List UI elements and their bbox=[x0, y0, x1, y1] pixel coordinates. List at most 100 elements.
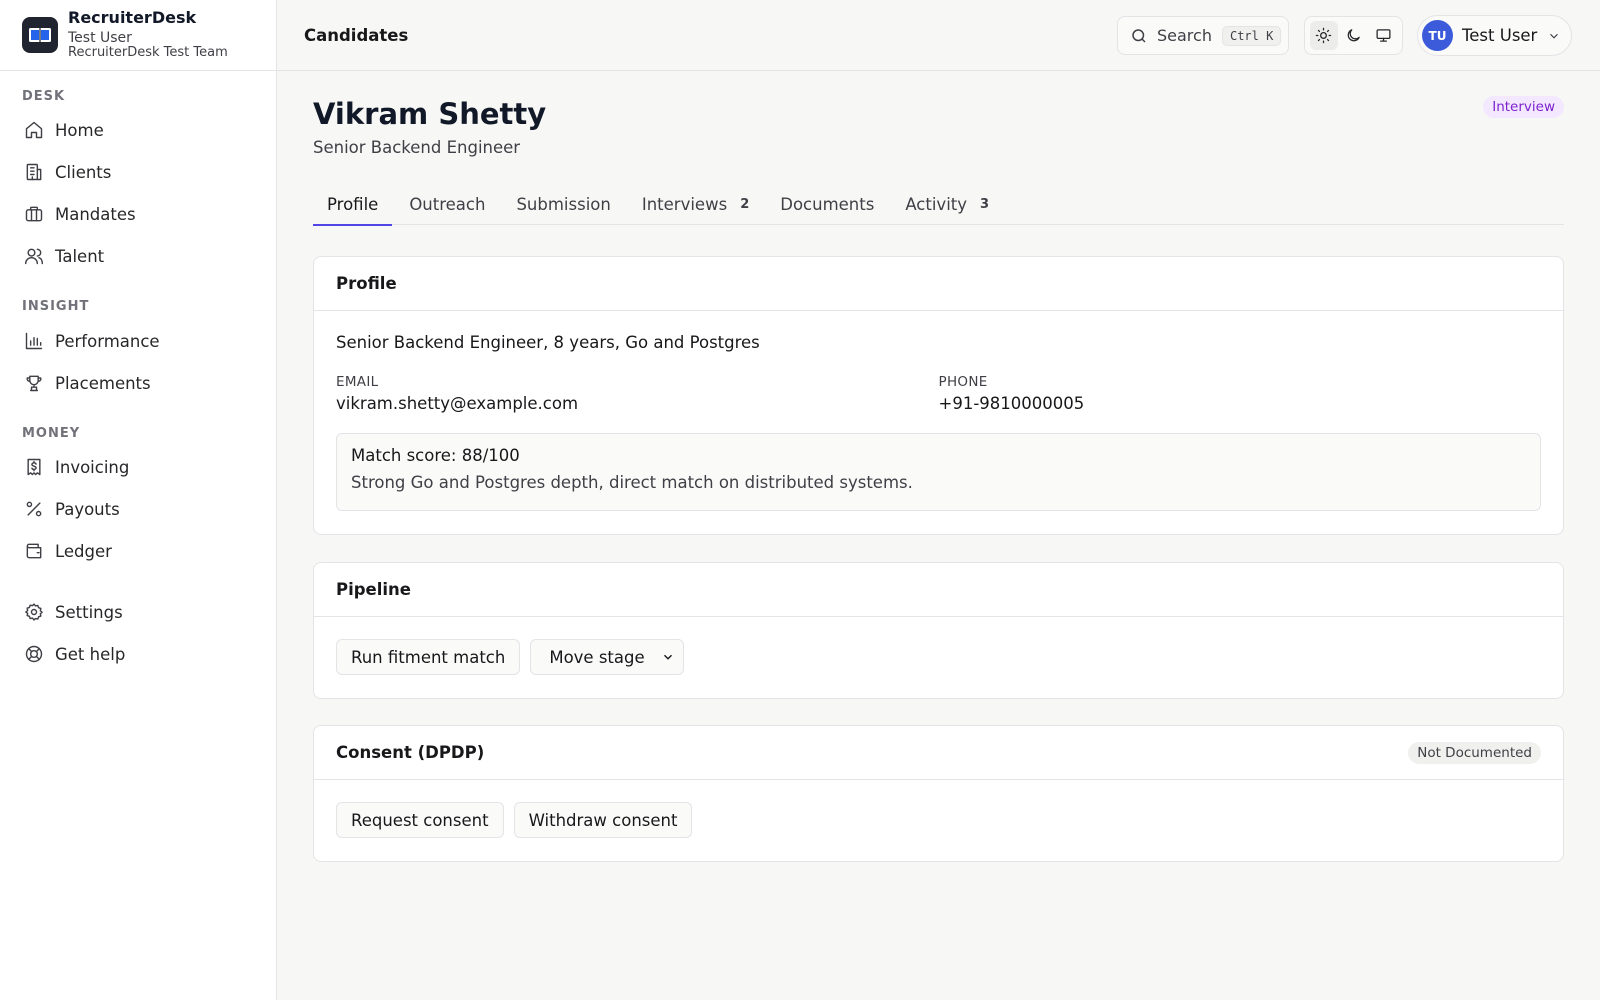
sidebar-item-label: Placements bbox=[55, 373, 151, 393]
candidate-tabs: Profile Outreach Submission Interviews 2… bbox=[313, 183, 1564, 226]
sidebar-item-mandates[interactable]: Mandates bbox=[0, 193, 276, 235]
tab-label: Profile bbox=[327, 194, 379, 214]
search-shortcut: Ctrl K bbox=[1221, 25, 1282, 46]
theme-switcher bbox=[1304, 16, 1403, 55]
sun-icon bbox=[1316, 27, 1332, 44]
sidebar-item-label: Talent bbox=[55, 246, 105, 266]
sidebar-item-label: Ledger bbox=[55, 541, 112, 561]
user-menu-button[interactable]: TU Test User bbox=[1417, 15, 1572, 56]
consent-card-title: Consent (DPDP) bbox=[336, 743, 485, 762]
candidate-title: Senior Backend Engineer bbox=[313, 138, 521, 157]
profile-card: Profile Senior Backend Engineer, 8 years… bbox=[313, 256, 1564, 535]
nav-section-insight: INSIGHT bbox=[22, 299, 90, 314]
tab-outreach[interactable]: Outreach bbox=[395, 183, 499, 225]
email-field: EMAIL vikram.shetty@example.com bbox=[336, 374, 939, 413]
email-label: EMAIL bbox=[336, 374, 379, 390]
brand-user: Test User bbox=[68, 29, 132, 46]
sidebar-item-performance[interactable]: Performance bbox=[0, 320, 276, 362]
theme-system-button[interactable] bbox=[1369, 21, 1397, 50]
tab-label: Interviews bbox=[641, 194, 728, 214]
avatar: TU bbox=[1422, 20, 1453, 51]
consent-status-badge: Not Documented bbox=[1408, 741, 1541, 764]
tab-label: Documents bbox=[780, 194, 875, 214]
monitor-icon bbox=[1376, 29, 1391, 42]
phone-field: PHONE +91-9810000005 bbox=[939, 374, 1542, 413]
bar-chart-icon bbox=[25, 332, 43, 350]
theme-dark-button[interactable] bbox=[1339, 21, 1367, 50]
tab-profile[interactable]: Profile bbox=[313, 183, 393, 226]
match-note: Strong Go and Postgres depth, direct mat… bbox=[351, 473, 913, 492]
sidebar-item-label: Payouts bbox=[55, 499, 120, 519]
sidebar-item-ledger[interactable]: Ledger bbox=[0, 530, 276, 572]
sidebar-item-label: Home bbox=[55, 120, 104, 140]
consent-card: Consent (DPDP) Not Documented Request co… bbox=[313, 725, 1564, 862]
move-stage-select[interactable]: Move stage bbox=[530, 639, 684, 675]
nav-section-desk: DESK bbox=[22, 89, 66, 104]
chevron-down-icon bbox=[1550, 33, 1559, 39]
nav-section-money: MONEY bbox=[22, 426, 81, 441]
briefcase-icon bbox=[25, 206, 43, 222]
sidebar-item-home[interactable]: Home bbox=[0, 109, 276, 151]
moon-icon bbox=[1347, 29, 1360, 42]
search-button[interactable]: Search Ctrl K bbox=[1117, 16, 1289, 55]
wallet-icon bbox=[26, 543, 42, 559]
lifebuoy-icon bbox=[25, 645, 43, 663]
sidebar-item-placements[interactable]: Placements bbox=[0, 362, 276, 404]
pipeline-card-title: Pipeline bbox=[336, 580, 411, 599]
email-value: vikram.shetty@example.com bbox=[336, 394, 579, 413]
sidebar-item-clients[interactable]: Clients bbox=[0, 151, 276, 193]
home-icon bbox=[25, 121, 43, 139]
candidate-name: Vikram Shetty bbox=[313, 97, 547, 131]
tab-interviews[interactable]: Interviews 2 bbox=[628, 183, 763, 225]
sidebar-item-label: Get help bbox=[55, 644, 126, 664]
search-icon bbox=[1132, 28, 1146, 43]
receipt-icon bbox=[27, 458, 41, 476]
match-score-box: Match score: 88/100 Strong Go and Postgr… bbox=[336, 433, 1541, 511]
tab-label: Activity bbox=[905, 194, 968, 214]
tab-count-badge: 3 bbox=[980, 196, 990, 212]
tab-activity[interactable]: Activity 3 bbox=[891, 183, 1003, 225]
match-score: Match score: 88/100 bbox=[351, 446, 520, 465]
main-area: Candidates Search Ctrl K TU Test User Vi… bbox=[277, 0, 1600, 1000]
sidebar-item-settings[interactable]: Settings bbox=[0, 591, 276, 633]
sidebar-item-get-help[interactable]: Get help bbox=[0, 633, 276, 675]
sidebar: RecruiterDesk Test User RecruiterDesk Te… bbox=[0, 0, 277, 1000]
sidebar-item-label: Performance bbox=[55, 331, 160, 351]
brand-team: RecruiterDesk Test Team bbox=[68, 44, 228, 60]
trophy-icon bbox=[26, 375, 42, 392]
sidebar-item-talent[interactable]: Talent bbox=[0, 235, 276, 277]
chevron-down-icon bbox=[663, 654, 672, 660]
sidebar-item-payouts[interactable]: Payouts bbox=[0, 488, 276, 530]
profile-summary: Senior Backend Engineer, 8 years, Go and… bbox=[336, 333, 760, 352]
sidebar-item-label: Clients bbox=[55, 162, 112, 182]
pipeline-card: Pipeline Run fitment match Move stage bbox=[313, 562, 1564, 699]
book-logo-icon bbox=[22, 17, 58, 53]
tab-count-badge: 2 bbox=[740, 196, 750, 212]
tab-documents[interactable]: Documents bbox=[766, 183, 888, 225]
withdraw-consent-button[interactable]: Withdraw consent bbox=[513, 802, 693, 838]
topbar: Candidates Search Ctrl K TU Test User bbox=[277, 0, 1600, 71]
profile-card-title: Profile bbox=[336, 274, 397, 293]
move-stage-label: Move stage bbox=[549, 647, 645, 667]
app-shell: RecruiterDesk Test User RecruiterDesk Te… bbox=[0, 0, 1600, 1000]
brand-header: RecruiterDesk Test User RecruiterDesk Te… bbox=[0, 0, 276, 71]
brand-name: RecruiterDesk bbox=[68, 8, 197, 28]
stage-badge: Interview bbox=[1483, 96, 1564, 118]
users-icon bbox=[24, 248, 44, 265]
tab-submission[interactable]: Submission bbox=[502, 183, 624, 225]
gear-icon bbox=[25, 603, 43, 621]
percent-icon bbox=[26, 501, 42, 517]
user-name: Test User bbox=[1462, 26, 1538, 45]
sidebar-item-label: Mandates bbox=[55, 204, 136, 224]
search-label: Search bbox=[1157, 26, 1212, 45]
sidebar-item-invoicing[interactable]: Invoicing bbox=[0, 446, 276, 488]
sidebar-item-label: Settings bbox=[55, 602, 123, 622]
theme-light-button[interactable] bbox=[1309, 21, 1338, 50]
sidebar-nav: DESK Home Clients Mandates Talent INSIGH… bbox=[0, 89, 276, 675]
building-icon bbox=[26, 163, 42, 181]
tab-label: Submission bbox=[516, 194, 611, 214]
run-fitment-button[interactable]: Run fitment match bbox=[336, 639, 521, 675]
sidebar-item-label: Invoicing bbox=[55, 457, 130, 477]
request-consent-button[interactable]: Request consent bbox=[336, 802, 504, 838]
phone-value: +91-9810000005 bbox=[938, 394, 1085, 413]
